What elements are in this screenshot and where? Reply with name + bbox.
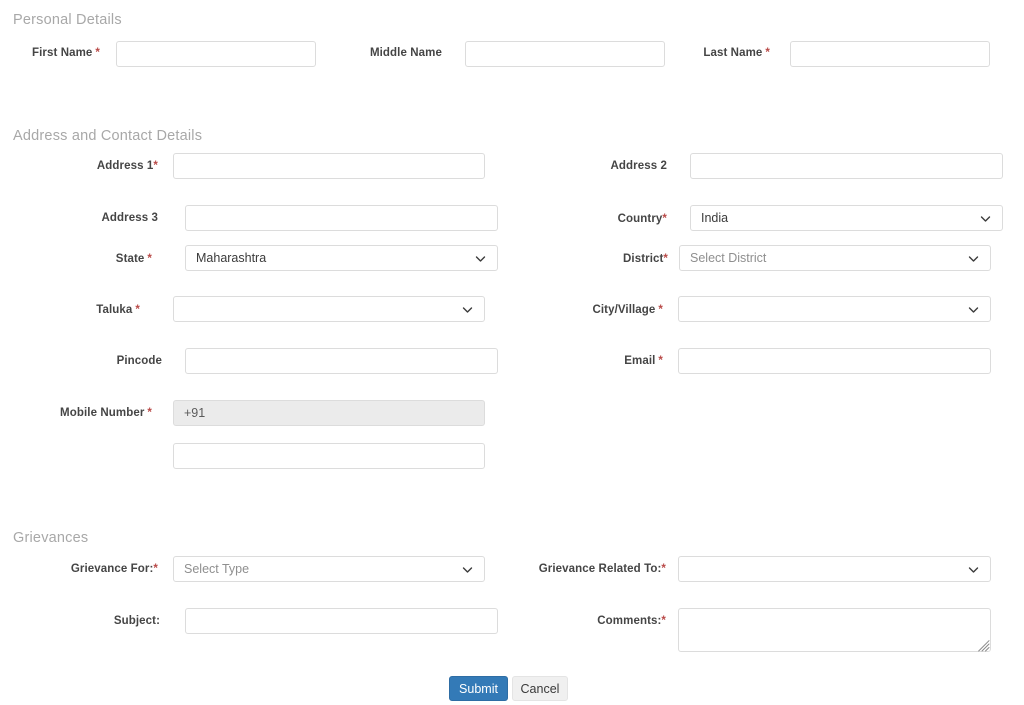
- city-village-select[interactable]: [678, 296, 991, 322]
- required-asterisk: *: [658, 355, 663, 367]
- first-name-label: First Name*: [0, 46, 100, 60]
- address1-label-text: Address 1: [97, 160, 154, 172]
- taluka-select[interactable]: [173, 296, 485, 322]
- district-label-text: District: [623, 253, 663, 265]
- email-label: Email*: [520, 354, 663, 368]
- required-asterisk: *: [147, 253, 152, 265]
- chevron-down-icon: [979, 212, 992, 225]
- chevron-down-icon: [461, 303, 474, 316]
- mobile-number-input[interactable]: [173, 443, 485, 469]
- taluka-label-text: Taluka: [96, 304, 132, 316]
- middle-name-label-text: Middle Name: [370, 47, 442, 59]
- country-select-value: India: [701, 211, 973, 225]
- section-title-grievances: Grievances: [13, 529, 88, 547]
- mobile-country-code-input[interactable]: [173, 400, 485, 426]
- address2-label: Address 2: [520, 159, 667, 173]
- pincode-label: Pincode: [0, 354, 162, 368]
- mobile-number-label-text: Mobile Number: [60, 407, 144, 419]
- comments-label-text: Comments:: [597, 615, 661, 627]
- subject-label-text: Subject:: [114, 615, 160, 627]
- last-name-label-text: Last Name: [703, 47, 762, 59]
- required-asterisk: *: [153, 160, 158, 172]
- last-name-input[interactable]: [790, 41, 990, 67]
- required-asterisk: *: [658, 304, 663, 316]
- address3-label-text: Address 3: [101, 212, 158, 224]
- required-asterisk: *: [661, 615, 666, 627]
- grievance-for-select[interactable]: Select Type: [173, 556, 485, 582]
- submit-button[interactable]: Submit: [449, 676, 508, 701]
- state-select-value: Maharashtra: [196, 251, 468, 265]
- country-label-text: Country: [618, 213, 663, 225]
- first-name-label-text: First Name: [32, 47, 92, 59]
- state-label-text: State: [116, 253, 145, 265]
- middle-name-input[interactable]: [465, 41, 665, 67]
- comments-textarea[interactable]: [678, 608, 991, 652]
- mobile-number-label: Mobile Number*: [0, 406, 152, 420]
- pincode-label-text: Pincode: [117, 355, 162, 367]
- email-input[interactable]: [678, 348, 991, 374]
- grievance-related-to-select[interactable]: [678, 556, 991, 582]
- grievance-registration-form: Personal Details First Name* Middle Name…: [0, 0, 1024, 705]
- grievance-related-to-label-text: Grievance Related To:: [539, 563, 662, 575]
- country-select[interactable]: India: [690, 205, 1003, 231]
- section-title-address-contact-details: Address and Contact Details: [13, 127, 202, 145]
- pincode-input[interactable]: [185, 348, 498, 374]
- city-village-label-text: City/Village: [592, 304, 655, 316]
- section-title-personal-details: Personal Details: [13, 11, 122, 29]
- middle-name-label: Middle Name: [300, 46, 442, 60]
- required-asterisk: *: [662, 213, 667, 225]
- address1-label: Address 1*: [0, 159, 158, 173]
- grievance-for-select-value: Select Type: [184, 562, 455, 576]
- chevron-down-icon: [474, 252, 487, 265]
- required-asterisk: *: [765, 47, 770, 59]
- cancel-button[interactable]: Cancel: [512, 676, 568, 701]
- required-asterisk: *: [663, 253, 668, 265]
- district-label: District*: [520, 252, 668, 266]
- required-asterisk: *: [95, 47, 100, 59]
- email-label-text: Email: [624, 355, 655, 367]
- state-label: State*: [0, 252, 152, 266]
- address2-label-text: Address 2: [610, 160, 667, 172]
- grievance-for-label: Grievance For:*: [0, 562, 158, 576]
- required-asterisk: *: [147, 407, 152, 419]
- comments-label: Comments:*: [490, 614, 666, 628]
- required-asterisk: *: [135, 304, 140, 316]
- grievance-for-label-text: Grievance For:: [71, 563, 154, 575]
- address3-input[interactable]: [185, 205, 498, 231]
- chevron-down-icon: [967, 252, 980, 265]
- address1-input[interactable]: [173, 153, 485, 179]
- first-name-input[interactable]: [116, 41, 316, 67]
- grievance-related-to-label: Grievance Related To:*: [490, 562, 666, 576]
- taluka-label: Taluka*: [0, 303, 140, 317]
- subject-label: Subject:: [0, 614, 160, 628]
- address3-label: Address 3: [0, 211, 158, 225]
- subject-input[interactable]: [185, 608, 498, 634]
- required-asterisk: *: [153, 563, 158, 575]
- chevron-down-icon: [967, 563, 980, 576]
- city-village-label: City/Village*: [520, 303, 663, 317]
- chevron-down-icon: [967, 303, 980, 316]
- last-name-label: Last Name*: [650, 46, 770, 60]
- address2-input[interactable]: [690, 153, 1003, 179]
- district-select[interactable]: Select District: [679, 245, 991, 271]
- required-asterisk: *: [661, 563, 666, 575]
- state-select[interactable]: Maharashtra: [185, 245, 498, 271]
- country-label: Country*: [520, 212, 667, 226]
- district-select-value: Select District: [690, 251, 961, 265]
- chevron-down-icon: [461, 563, 474, 576]
